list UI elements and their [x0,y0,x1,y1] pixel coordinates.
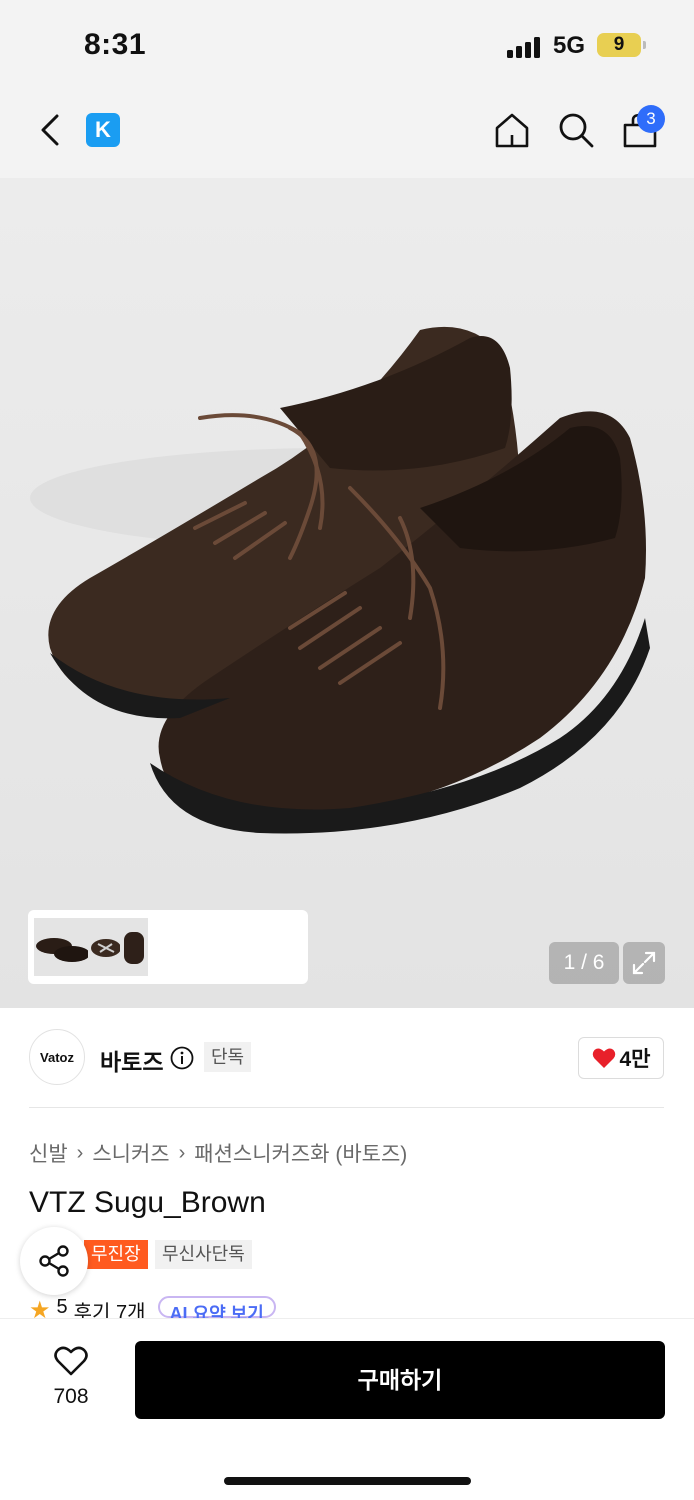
chevron-left-icon [41,114,59,146]
heart-filled-icon [592,1048,615,1068]
page-indicator: 1 / 6 [549,942,619,984]
thumbnail-image [91,939,121,957]
review-count[interactable]: 후기 7개 [74,1296,146,1318]
battery-tip [643,41,646,49]
breadcrumb-item[interactable]: 패션스니커즈화 (바토즈) [194,1138,407,1168]
home-button[interactable] [490,108,534,152]
promo-tag: 무진장 [84,1240,148,1269]
product-image-gallery[interactable]: 1 / 6 [0,178,694,1008]
home-indicator [224,1477,471,1485]
share-icon [39,1245,69,1277]
exclusive-tag: 무신사단독 [155,1240,252,1269]
thumbnail-3[interactable] [120,918,148,976]
rating-value: 5 [56,1296,68,1318]
cart-count-badge: 3 [637,105,665,133]
product-title: VTZ Sugu_Brown [29,1186,266,1219]
heart-outline-icon [54,1346,88,1376]
home-icon [495,113,529,148]
rating-row[interactable]: ★ 5 후기 7개 AI 요약 보기 [29,1296,276,1318]
breadcrumb: 신발 › 스니커즈 › 패션스니커즈화 (바토즈) [29,1138,407,1168]
thumbnail-image [124,932,144,964]
ai-summary-button[interactable]: AI 요약 보기 [157,1296,276,1318]
buy-button[interactable]: 구매하기 [135,1341,665,1419]
battery-icon: 9 [597,33,641,57]
brand-like-count: 4만 [619,1048,651,1071]
search-button[interactable] [554,108,598,152]
bottom-action-bar: 708 구매하기 [0,1318,694,1500]
product-image [30,326,650,834]
wishlist-count: 708 [53,1385,89,1408]
breadcrumb-item[interactable]: 신발 [29,1138,68,1168]
star-icon: ★ [29,1297,51,1318]
status-time: 8:31 [84,28,147,61]
brand-logo[interactable]: Vatoz [29,1029,85,1085]
share-button[interactable] [20,1227,88,1295]
divider [29,1107,664,1108]
exclusive-tag: 단독 [204,1042,252,1072]
app-logo[interactable]: K [86,113,120,147]
expand-icon [632,951,656,975]
chevron-right-icon: › [178,1141,186,1164]
info-icon[interactable] [170,1046,194,1070]
wishlist-button[interactable]: 708 [38,1345,104,1415]
thumbnail-1[interactable] [34,918,94,976]
expand-button[interactable] [623,942,665,984]
thumbnail-image [36,938,90,962]
signal-icon [507,36,543,58]
brand-like-button[interactable]: 4만 [578,1037,664,1079]
status-bar: 8:31 5G 9 [0,0,694,92]
network-label: 5G [553,32,586,59]
search-icon [559,113,594,148]
thumbnail-strip [28,910,308,984]
thumbnail-2[interactable] [88,918,124,976]
back-button[interactable] [30,110,70,150]
breadcrumb-item[interactable]: 스니커즈 [92,1138,169,1168]
brand-name[interactable]: 바토즈 [100,1043,163,1077]
chevron-right-icon: › [76,1141,84,1164]
